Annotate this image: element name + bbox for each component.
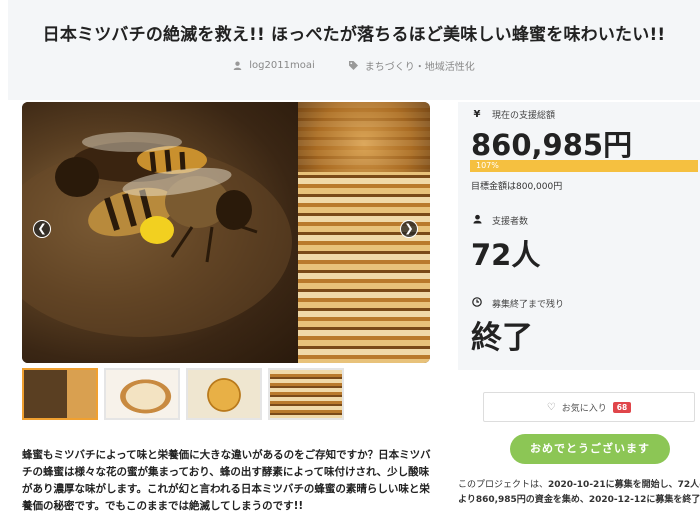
- carousel-prev-button[interactable]: ❮: [33, 220, 51, 238]
- clock-icon: [472, 297, 482, 310]
- total-label: 現在の支援総額: [492, 111, 556, 121]
- summary-start: 2020-10-21に募集を開始し、72人の支: [548, 480, 700, 490]
- user-icon: [233, 61, 242, 70]
- heart-icon: ♡: [546, 401, 556, 413]
- project-description: 蜂蜜もミツバチによって味と栄養価に大きな違いがあるのをご存知ですか？日本ミツバチ…: [22, 449, 431, 512]
- thumbnail-round-cake[interactable]: [186, 368, 262, 420]
- congrats-button[interactable]: おめでとうございます: [510, 434, 670, 464]
- goal-amount: 目標金額は800,000円: [471, 182, 563, 192]
- summary-intro: このプロジェクトは、: [458, 480, 549, 490]
- supporters-count: 72人: [471, 238, 541, 272]
- page-title: 日本ミツバチの絶滅を救え!! ほっぺたが落ちるほど美味しい蜂蜜を味わいたい!!: [42, 25, 666, 45]
- total-amount: 860,985円: [471, 128, 633, 162]
- favorite-button[interactable]: ♡ お気に入り 68: [483, 392, 695, 422]
- thumbnail-bees[interactable]: [22, 368, 98, 420]
- summary-amount: より860,985円の資金を集め、: [458, 495, 589, 505]
- person-icon: [472, 214, 482, 227]
- summary-end: 2020-12-12に募集を終了しまし: [588, 495, 700, 505]
- remaining-label: 募集終了まで残り: [492, 300, 565, 310]
- project-summary: このプロジェクトは、2020-10-21に募集を開始し、72人の支 より860,…: [458, 478, 700, 508]
- funding-panel: ¥ 現在の支援総額 860,985円 107% 目標金額は800,000円 支援…: [458, 102, 700, 370]
- bee-illustration: [22, 132, 292, 337]
- tag-icon: [348, 61, 358, 70]
- progress-percent: 107%: [476, 161, 499, 170]
- thumbnail-strip: [22, 368, 344, 420]
- remaining-label-row: 募集終了まで残り: [472, 297, 564, 310]
- total-label-row: ¥ 現在の支援総額: [472, 108, 556, 121]
- thumbnail-cheesecake[interactable]: [104, 368, 180, 420]
- chevron-right-icon: ❯: [404, 222, 414, 235]
- author-link[interactable]: log2011moai: [233, 58, 315, 73]
- remaining-value: 終了: [471, 320, 533, 356]
- summary-line-2: より860,985円の資金を集め、2020-12-12に募集を終了しまし: [458, 493, 700, 508]
- image-carousel[interactable]: ❮ ❯: [22, 102, 430, 363]
- honeycomb-highlight: [298, 102, 430, 172]
- favorite-count: 68: [612, 401, 632, 413]
- carousel-next-button[interactable]: ❯: [400, 220, 418, 238]
- supporters-label: 支援者数: [492, 217, 529, 227]
- category-name: まちづくり・地域活性化: [364, 62, 475, 73]
- supporters-label-row: 支援者数: [472, 214, 528, 227]
- summary-line-1: このプロジェクトは、2020-10-21に募集を開始し、72人の支: [458, 478, 700, 493]
- bees-image: [22, 102, 298, 363]
- project-header: 日本ミツバチの絶滅を救え!! ほっぺたが落ちるほど美味しい蜂蜜を味わいたい!! …: [8, 0, 700, 100]
- chevron-left-icon: ❮: [37, 222, 47, 235]
- favorite-label: お気に入り: [561, 403, 607, 414]
- thumbnail-honeycomb[interactable]: [268, 368, 344, 420]
- author-name: log2011moai: [249, 60, 315, 71]
- yen-icon: ¥: [473, 109, 481, 120]
- category-link[interactable]: まちづくり・地域活性化: [348, 58, 475, 73]
- progress-bar: 107%: [470, 160, 698, 172]
- project-meta: log2011moai まちづくり・地域活性化: [8, 58, 700, 73]
